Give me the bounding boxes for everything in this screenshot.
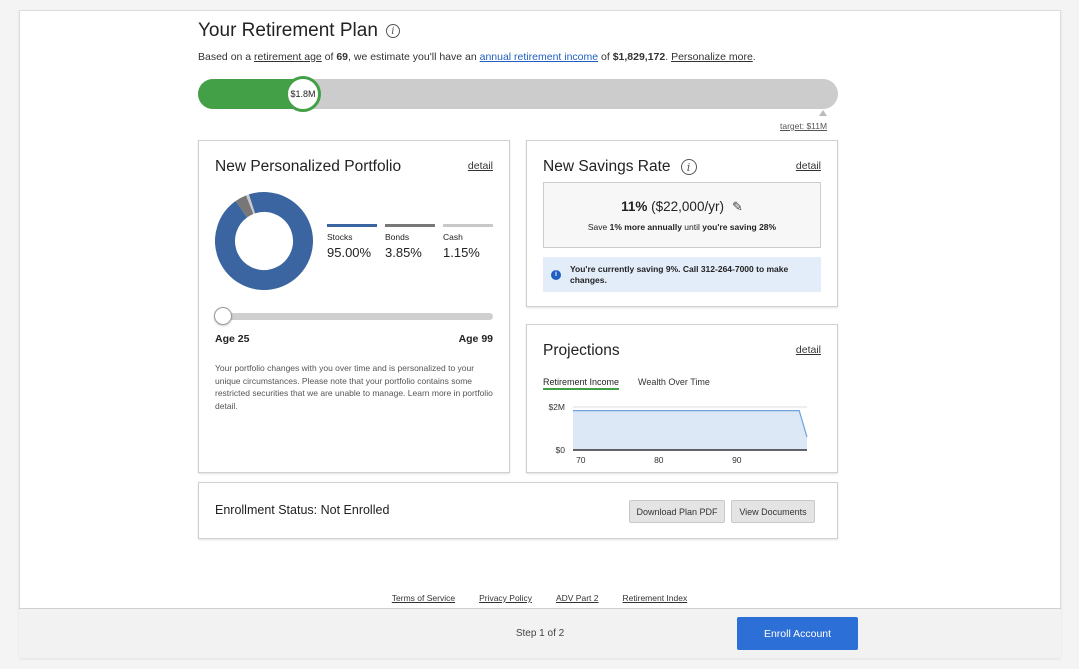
savings-notice: i You're currently saving 9%. Call 312-2… bbox=[543, 257, 821, 292]
legend-name: Bonds bbox=[385, 232, 410, 242]
rate-sub-bold: you're saving 28% bbox=[702, 222, 777, 232]
savings-title-text: New Savings Rate bbox=[543, 158, 671, 175]
legend-item-stocks: Stocks 95.00% bbox=[327, 224, 377, 260]
age-slider-handle[interactable] bbox=[214, 307, 232, 325]
enrollment-card: Enrollment Status: Not Enrolled Download… bbox=[198, 482, 838, 539]
chart-y-tick-label: $2M bbox=[548, 402, 565, 412]
personalize-more-link[interactable]: Personalize more bbox=[671, 51, 753, 63]
annual-income-link[interactable]: annual retirement income bbox=[480, 51, 598, 63]
chart-y-tick-label: $0 bbox=[556, 445, 566, 455]
enroll-account-button[interactable]: Enroll Account bbox=[737, 617, 858, 650]
step-indicator: Step 1 of 2 bbox=[515, 628, 565, 639]
progress-current-label: $1.8M bbox=[290, 89, 316, 99]
download-plan-pdf-button[interactable]: Download Plan PDF bbox=[629, 500, 725, 523]
rate-percent: 11% bbox=[621, 199, 648, 214]
target-arrow-icon bbox=[819, 110, 827, 116]
notice-text: You're currently saving 9%. Call 312-264… bbox=[570, 264, 789, 285]
retirement-index-link[interactable]: Retirement Index bbox=[623, 593, 688, 603]
pencil-icon[interactable]: ✎ bbox=[732, 199, 743, 215]
portfolio-detail-link[interactable]: detail bbox=[468, 160, 493, 172]
chart-x-tick-label: 80 bbox=[654, 455, 664, 465]
privacy-policy-link[interactable]: Privacy Policy bbox=[479, 593, 532, 603]
bottom-action-bar: Step 1 of 2 Enroll Account bbox=[19, 608, 1061, 658]
legend-swatch bbox=[327, 224, 377, 227]
tab-retirement-income[interactable]: Retirement Income bbox=[543, 377, 620, 390]
projections-detail-link[interactable]: detail bbox=[796, 344, 821, 356]
portfolio-description: Your portfolio changes with you over tim… bbox=[215, 363, 493, 411]
legend-swatch bbox=[385, 224, 435, 227]
page-title: Your Retirement Plan i bbox=[198, 20, 400, 42]
savings-rate-card: New Savings Rate i detail 11% ($22,000/y… bbox=[526, 140, 838, 307]
legend-name: Cash bbox=[443, 232, 463, 242]
adv-part-2-link[interactable]: ADV Part 2 bbox=[556, 593, 599, 603]
retirement-age-value: 69 bbox=[336, 51, 349, 63]
terms-of-service-link[interactable]: Terms of Service bbox=[392, 593, 455, 603]
legend-value: 95.00% bbox=[327, 245, 372, 260]
enrollment-status: Enrollment Status: Not Enrolled bbox=[215, 503, 390, 517]
savings-rate-box: 11% ($22,000/yr) ✎ Save 1% more annually … bbox=[543, 182, 821, 248]
projections-card: Projections detail Retirement Income Wea… bbox=[526, 324, 838, 473]
chart-x-tick-label: 70 bbox=[576, 455, 586, 465]
rate-sub-bold: 1% more annually bbox=[609, 222, 682, 232]
rate-amount: ($22,000/yr) bbox=[647, 199, 724, 214]
savings-title: New Savings Rate i bbox=[543, 158, 697, 176]
legend-value: 3.85% bbox=[385, 245, 422, 260]
rate-sub-text: Save bbox=[587, 222, 610, 232]
info-icon[interactable]: i bbox=[680, 159, 697, 175]
portfolio-card: New Personalized Portfolio detail Stocks… bbox=[198, 140, 510, 473]
legend-value: 1.15% bbox=[443, 245, 480, 260]
allocation-donut-chart bbox=[215, 192, 313, 290]
target-label[interactable]: target: $11M bbox=[780, 121, 827, 131]
age-max-label: Age 99 bbox=[458, 333, 493, 345]
legend-item-cash: Cash 1.15% bbox=[443, 224, 493, 260]
plan-summary: Based on a retirement age of 69, we esti… bbox=[198, 51, 756, 63]
summary-text: Based on a bbox=[198, 51, 255, 63]
chart-x-tick-label: 90 bbox=[732, 455, 742, 465]
savings-rate-subtext: Save 1% more annually until you're savin… bbox=[544, 222, 820, 232]
legend-item-bonds: Bonds 3.85% bbox=[385, 224, 435, 260]
summary-text: , we estimate you'll have an bbox=[348, 51, 480, 63]
rate-sub-text: until bbox=[681, 222, 703, 232]
summary-text: of bbox=[321, 51, 337, 63]
legend-swatch bbox=[443, 224, 493, 227]
tab-wealth-over-time[interactable]: Wealth Over Time bbox=[638, 377, 710, 387]
portfolio-title: New Personalized Portfolio bbox=[215, 158, 402, 175]
page-title-text: Your Retirement Plan bbox=[198, 20, 378, 41]
info-circle-icon: i bbox=[551, 269, 561, 280]
savings-rate-value: 11% ($22,000/yr) ✎ bbox=[544, 199, 820, 215]
summary-text: of bbox=[598, 51, 613, 63]
annual-income-value: $1,829,172 bbox=[612, 51, 666, 63]
summary-text: . bbox=[752, 51, 756, 63]
savings-detail-link[interactable]: detail bbox=[796, 160, 821, 172]
age-min-label: Age 25 bbox=[215, 333, 250, 345]
savings-progress-bar: $1.8M bbox=[198, 76, 838, 112]
view-documents-button[interactable]: View Documents bbox=[731, 500, 815, 523]
chart-area bbox=[573, 410, 807, 450]
retirement-age-link[interactable]: retirement age bbox=[254, 51, 322, 63]
retirement-income-chart: $2M $0 70 80 90 bbox=[548, 402, 808, 465]
footer-links: Terms of Service Privacy Policy ADV Part… bbox=[0, 593, 1079, 603]
progress-current-marker: $1.8M bbox=[285, 76, 321, 112]
info-icon[interactable]: i bbox=[385, 24, 400, 38]
donut-slice-stocks bbox=[215, 192, 313, 290]
allocation-legend: Stocks 95.00% Bonds 3.85% Cash 1.15% bbox=[327, 224, 493, 260]
legend-name: Stocks bbox=[327, 232, 353, 242]
age-slider-track[interactable] bbox=[215, 313, 493, 320]
projections-title: Projections bbox=[543, 342, 620, 359]
